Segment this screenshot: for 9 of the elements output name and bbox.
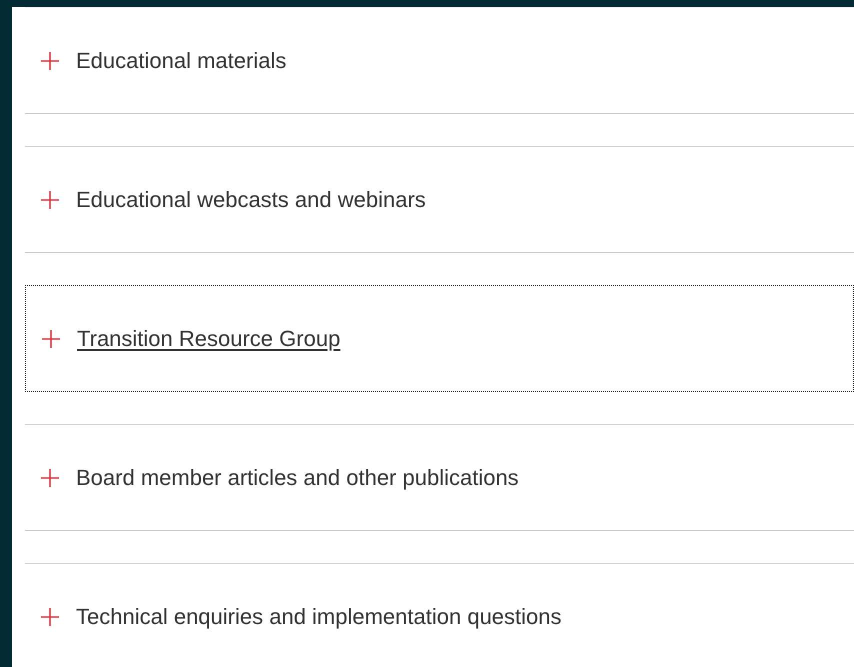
accordion-header[interactable]: Educational webcasts and webinars: [25, 146, 854, 253]
accordion-header[interactable]: Board member articles and other publications: [25, 424, 854, 531]
plus-icon: [42, 330, 60, 348]
accordion-header[interactable]: Educational materials: [25, 7, 854, 114]
plus-icon: [41, 608, 59, 626]
accordion-header[interactable]: Transition Resource Group: [25, 285, 854, 392]
plus-icon: [41, 190, 59, 208]
plus-icon: [41, 468, 59, 486]
plus-icon: [41, 52, 59, 70]
